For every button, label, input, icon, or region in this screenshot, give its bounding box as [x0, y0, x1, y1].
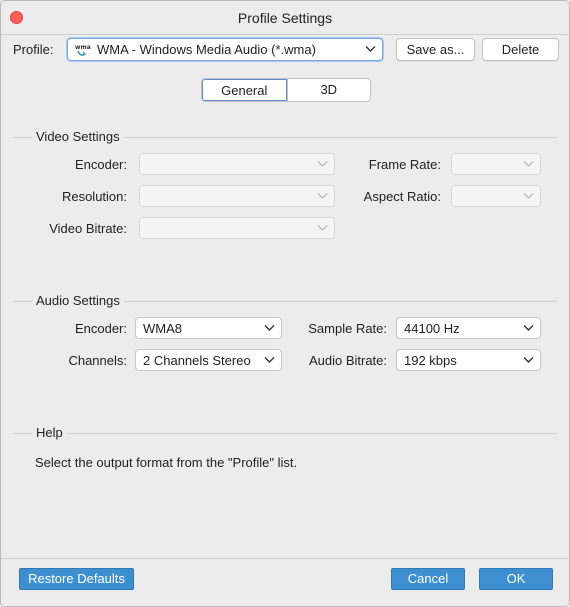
frame-rate-label: Frame Rate: — [368, 157, 441, 172]
video-section-title: Video Settings — [32, 129, 124, 144]
video-bitrate-dropdown[interactable] — [139, 217, 335, 239]
resolution-dropdown[interactable] — [139, 185, 335, 207]
audio-bitrate-label: Audio Bitrate: — [308, 353, 387, 368]
chevron-down-icon — [523, 357, 534, 363]
chevron-down-icon — [264, 325, 275, 331]
video-bitrate-label: Video Bitrate: — [49, 221, 127, 236]
chevron-down-icon — [317, 161, 328, 167]
video-encoder-dropdown[interactable] — [139, 153, 335, 175]
resolution-label: Resolution: — [61, 189, 127, 204]
tab-general[interactable]: General — [202, 79, 287, 101]
sample-rate-label: Sample Rate: — [308, 321, 387, 336]
title-bar: Profile Settings — [1, 1, 569, 35]
profile-dropdown[interactable]: wma WMA - Windows Media Audio (*.wma) — [67, 38, 383, 61]
audio-encoder-label: Encoder: — [74, 321, 127, 336]
help-section-divider — [13, 433, 557, 434]
ok-button[interactable]: OK — [479, 568, 553, 590]
tab-3d[interactable]: 3D — [286, 79, 371, 101]
profile-selected-value: WMA - Windows Media Audio (*.wma) — [97, 42, 316, 57]
chevron-down-icon — [317, 225, 328, 231]
audio-bitrate-dropdown[interactable]: 192 kbps — [396, 349, 541, 371]
audio-section-title: Audio Settings — [32, 293, 124, 308]
aspect-ratio-label: Aspect Ratio: — [363, 189, 441, 204]
sample-rate-value: 44100 Hz — [404, 321, 460, 336]
wma-file-icon: wma — [75, 44, 91, 56]
channels-label: Channels: — [68, 353, 127, 368]
help-text: Select the output format from the "Profi… — [35, 455, 298, 470]
footer-divider — [1, 558, 569, 559]
chevron-down-icon — [523, 325, 534, 331]
audio-encoder-dropdown[interactable]: WMA8 — [135, 317, 282, 339]
audio-encoder-value: WMA8 — [143, 321, 182, 336]
chevron-down-icon — [523, 161, 534, 167]
profile-label: Profile: — [13, 42, 54, 57]
chevron-down-icon — [317, 193, 328, 199]
chevron-down-icon — [264, 357, 275, 363]
delete-button[interactable]: Delete — [482, 38, 559, 61]
audio-bitrate-value: 192 kbps — [404, 353, 457, 368]
channels-value: 2 Channels Stereo — [143, 353, 251, 368]
frame-rate-dropdown[interactable] — [451, 153, 541, 175]
tab-bar: General 3D — [201, 78, 371, 102]
svg-text:wma: wma — [75, 44, 91, 51]
chevron-down-icon — [523, 193, 534, 199]
cancel-button[interactable]: Cancel — [391, 568, 465, 590]
restore-defaults-button[interactable]: Restore Defaults — [19, 568, 134, 590]
channels-dropdown[interactable]: 2 Channels Stereo — [135, 349, 282, 371]
video-encoder-label: Encoder: — [74, 157, 127, 172]
window-title: Profile Settings — [237, 10, 333, 26]
aspect-ratio-dropdown[interactable] — [451, 185, 541, 207]
save-as-button[interactable]: Save as... — [396, 38, 475, 61]
help-section-title: Help — [32, 425, 67, 440]
profile-settings-window: Profile Settings Profile: wma WMA - Wind… — [0, 0, 570, 607]
chevron-down-icon — [365, 46, 376, 52]
sample-rate-dropdown[interactable]: 44100 Hz — [396, 317, 541, 339]
